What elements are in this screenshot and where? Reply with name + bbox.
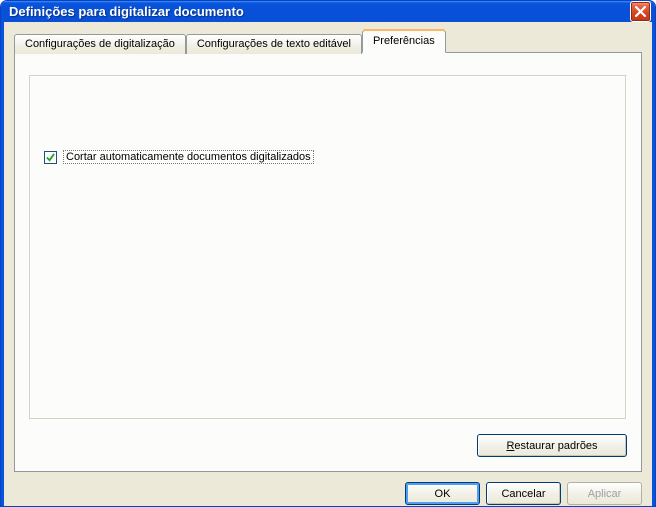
restore-defaults-button[interactable]: Restaurar padrões: [477, 434, 627, 457]
tab-preferences[interactable]: Preferências: [362, 30, 446, 53]
cancel-button[interactable]: Cancelar: [486, 482, 561, 505]
dialog-footer: OK Cancelar Aplicar: [14, 472, 642, 505]
auto-crop-checkbox[interactable]: [44, 151, 57, 164]
window-title: Definições para digitalizar documento: [9, 4, 630, 19]
tab-label: Configurações de digitalização: [25, 38, 175, 50]
auto-crop-label[interactable]: Cortar automaticamente documentos digita…: [63, 150, 314, 164]
close-icon: [635, 6, 646, 17]
restore-rest: estaurar padrões: [514, 440, 597, 452]
tab-strip: Configurações de digitalização Configura…: [14, 30, 642, 53]
checkmark-icon: [46, 153, 55, 162]
restore-row: Restaurar padrões: [29, 434, 627, 457]
client-area: Configurações de digitalização Configura…: [1, 22, 655, 507]
tab-label: Configurações de texto editável: [197, 38, 351, 50]
tab-page-preferences: Cortar automaticamente documentos digita…: [14, 52, 642, 472]
preferences-group: Cortar automaticamente documentos digita…: [29, 75, 627, 420]
tab-scan-config[interactable]: Configurações de digitalização: [14, 34, 186, 54]
dialog-window: Definições para digitalizar documento Co…: [0, 0, 656, 507]
title-bar: Definições para digitalizar documento: [1, 1, 655, 22]
ok-button[interactable]: OK: [405, 482, 480, 505]
auto-crop-row: Cortar automaticamente documentos digita…: [44, 150, 616, 164]
close-button[interactable]: [630, 1, 651, 22]
restore-accel: R: [506, 440, 514, 452]
apply-button[interactable]: Aplicar: [567, 482, 642, 505]
tab-editable-text-config[interactable]: Configurações de texto editável: [186, 34, 362, 54]
tab-label: Preferências: [373, 35, 435, 47]
